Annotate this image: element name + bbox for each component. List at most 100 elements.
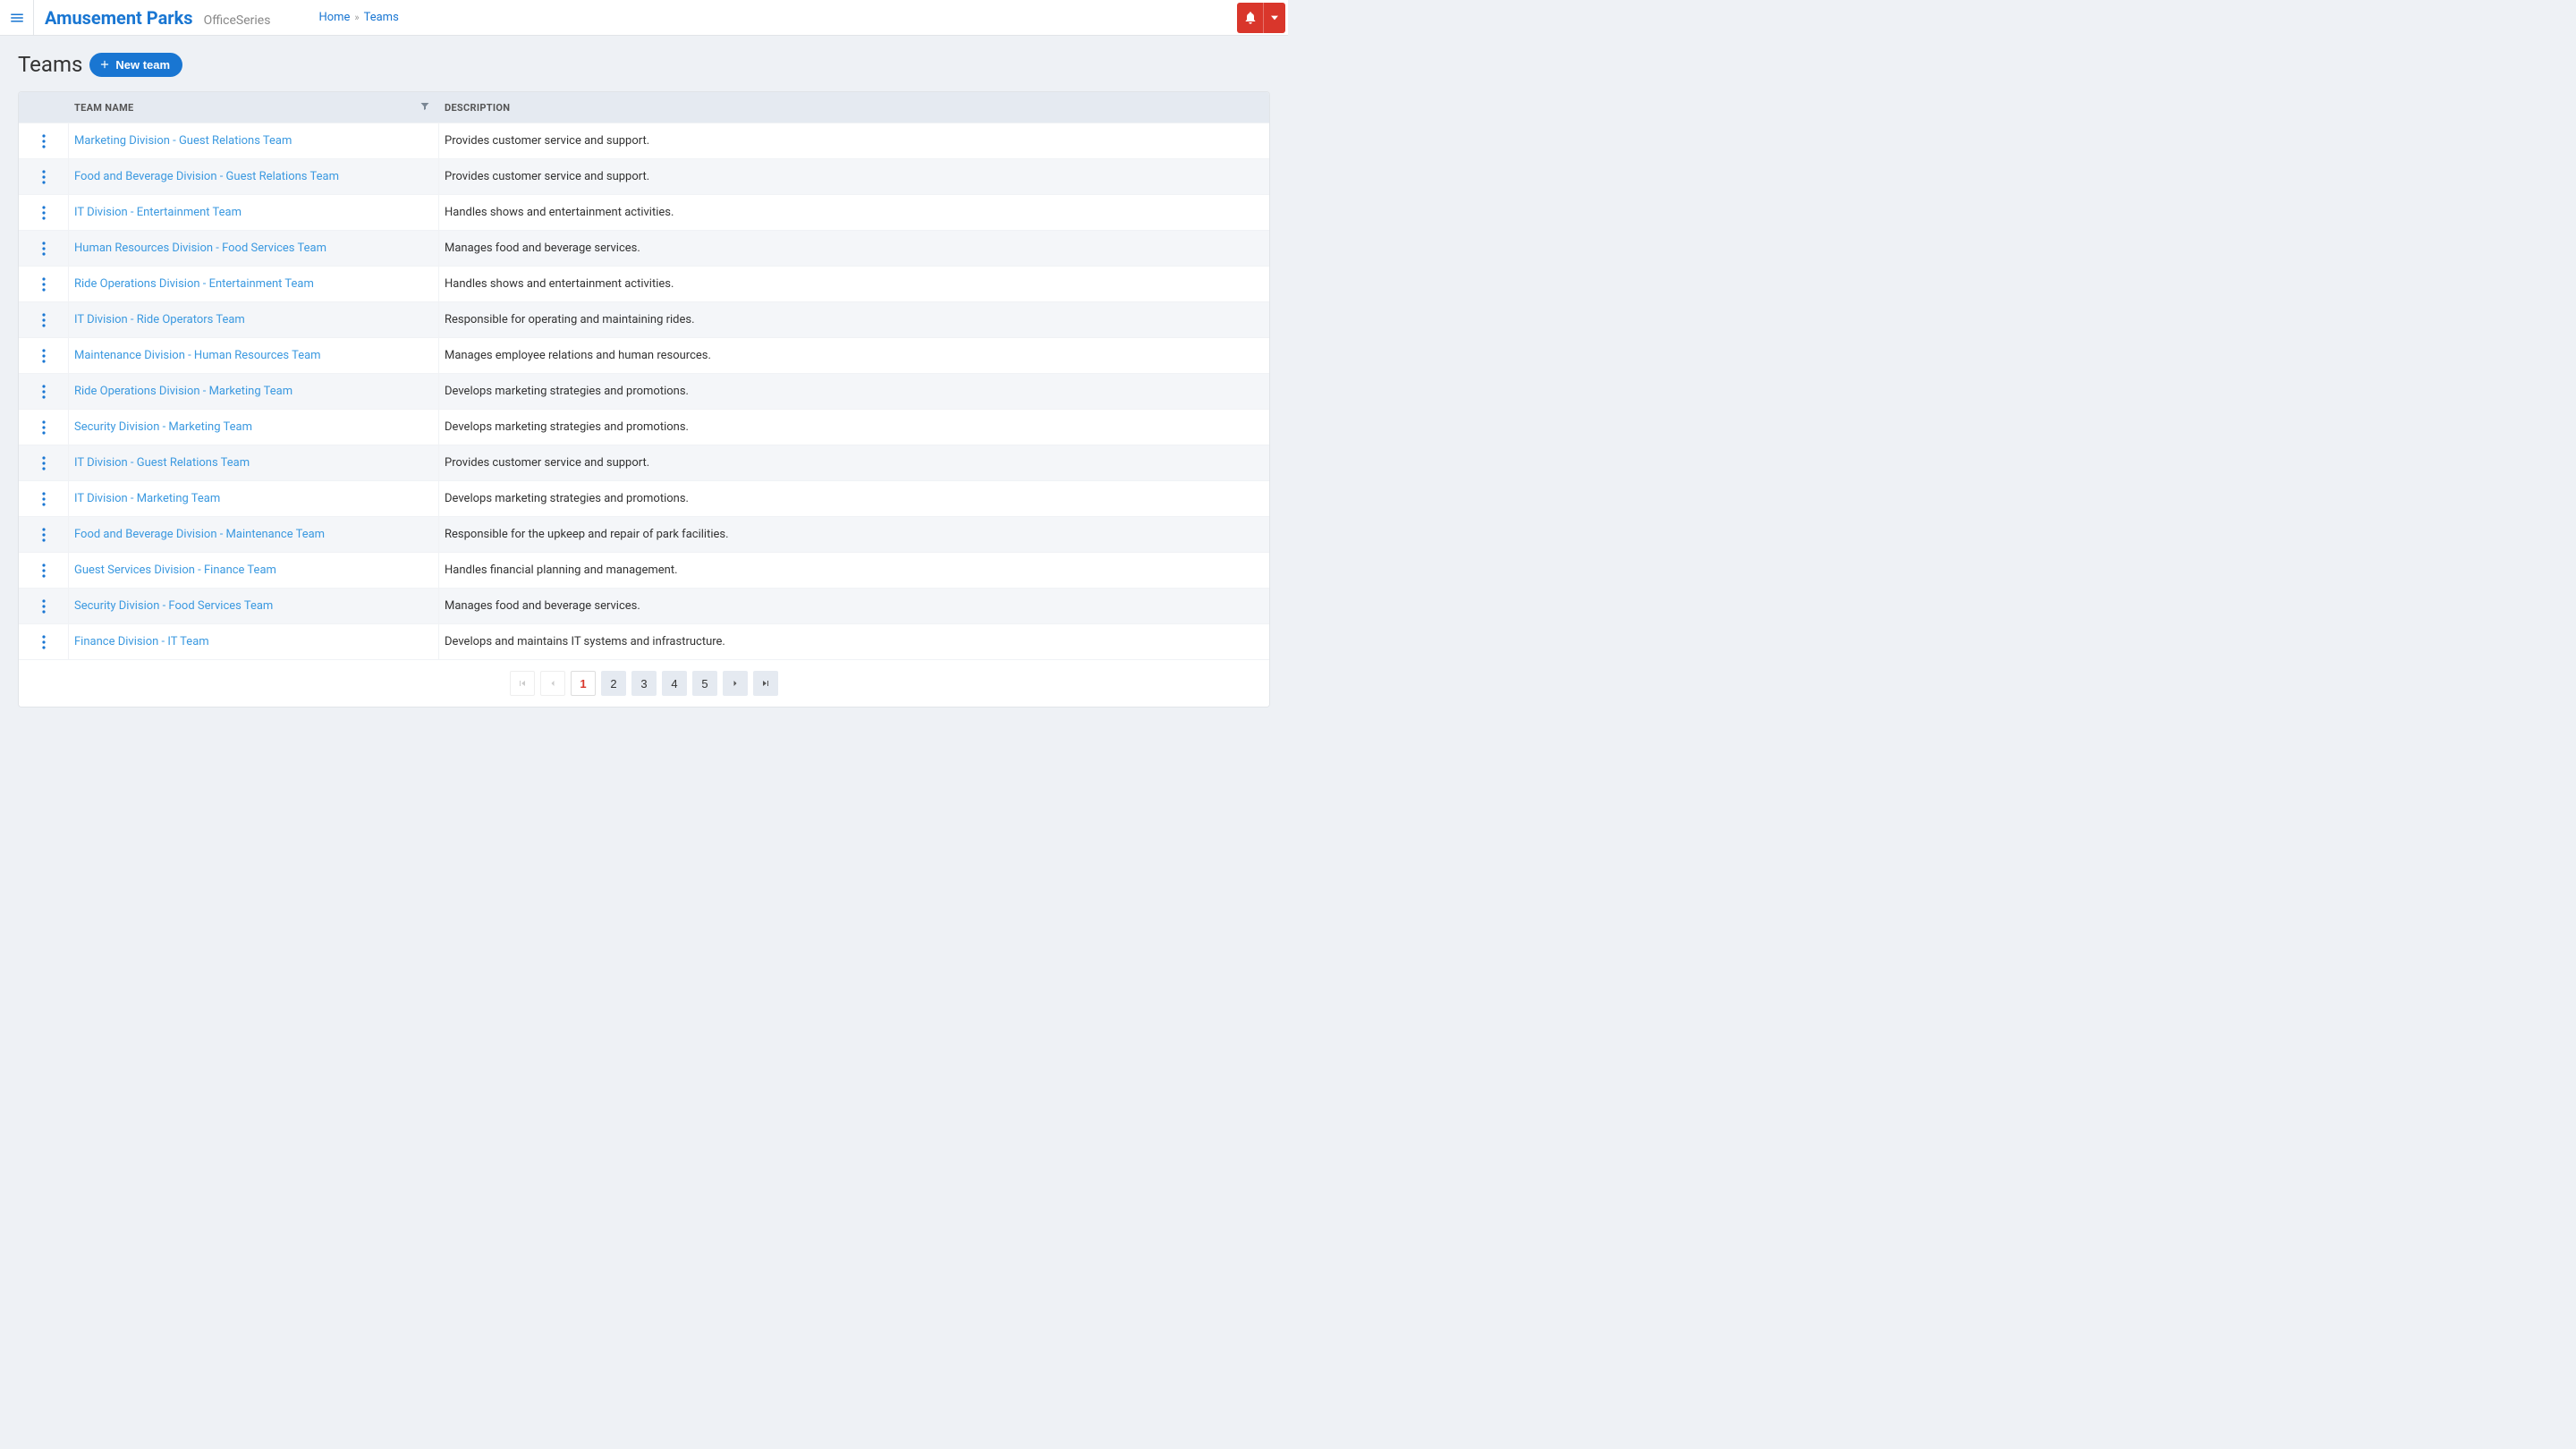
team-link[interactable]: Food and Beverage Division - Guest Relat…	[74, 170, 339, 183]
breadcrumb-separator-icon: »	[354, 12, 359, 23]
brand: Amusement Parks OfficeSeries	[34, 7, 281, 29]
page-prev-button	[540, 671, 565, 696]
row-name-cell: Human Resources Division - Food Services…	[69, 231, 439, 266]
row-description-cell: Responsible for the upkeep and repair of…	[439, 528, 1269, 541]
table-row: Finance Division - IT Team Develops and …	[19, 623, 1269, 659]
row-description-cell: Manages food and beverage services.	[439, 242, 1269, 255]
table-row: IT Division - Entertainment Team Handles…	[19, 194, 1269, 230]
page-number-button[interactable]: 1	[571, 671, 596, 696]
more-vertical-icon	[42, 492, 46, 506]
header-name-col[interactable]: TEAM NAME	[69, 102, 439, 114]
more-vertical-icon	[42, 420, 46, 435]
row-name-cell: Maintenance Division - Human Resources T…	[69, 338, 439, 373]
more-vertical-icon	[42, 564, 46, 578]
teams-table: TEAM NAME DESCRIPTION Marketing Division…	[18, 91, 1270, 708]
row-actions-button[interactable]	[19, 445, 69, 480]
row-description-cell: Provides customer service and support.	[439, 134, 1269, 148]
team-link[interactable]: Finance Division - IT Team	[74, 635, 209, 648]
brand-name[interactable]: Amusement Parks	[45, 7, 193, 29]
bell-icon	[1243, 11, 1258, 25]
table-row: Food and Beverage Division - Guest Relat…	[19, 158, 1269, 194]
team-link[interactable]: Ride Operations Division - Entertainment…	[74, 277, 314, 291]
table-row: IT Division - Ride Operators Team Respon…	[19, 301, 1269, 337]
row-description-cell: Develops marketing strategies and promot…	[439, 492, 1269, 505]
row-actions-button[interactable]	[19, 624, 69, 659]
row-actions-button[interactable]	[19, 410, 69, 445]
more-vertical-icon	[42, 528, 46, 542]
row-description-cell: Manages food and beverage services.	[439, 599, 1269, 613]
team-link[interactable]: Guest Services Division - Finance Team	[74, 564, 276, 577]
more-vertical-icon	[42, 277, 46, 292]
page-first-button	[510, 671, 535, 696]
row-name-cell: IT Division - Entertainment Team	[69, 195, 439, 230]
row-name-cell: Ride Operations Division - Marketing Tea…	[69, 374, 439, 409]
row-description-cell: Responsible for operating and maintainin…	[439, 313, 1269, 326]
row-actions-button[interactable]	[19, 589, 69, 623]
breadcrumb-home[interactable]: Home	[318, 11, 350, 24]
filter-button[interactable]	[419, 101, 430, 114]
page-number-button[interactable]: 2	[601, 671, 626, 696]
page-number-button[interactable]: 3	[631, 671, 657, 696]
row-actions-button[interactable]	[19, 231, 69, 266]
page-number-button[interactable]: 5	[692, 671, 717, 696]
header-description-col[interactable]: DESCRIPTION	[439, 102, 1269, 114]
row-name-cell: Ride Operations Division - Entertainment…	[69, 267, 439, 301]
row-actions-button[interactable]	[19, 302, 69, 337]
table-row: Guest Services Division - Finance Team H…	[19, 552, 1269, 588]
menu-toggle-button[interactable]	[0, 0, 34, 36]
chevron-right-icon	[730, 678, 741, 689]
team-link[interactable]: IT Division - Entertainment Team	[74, 206, 242, 219]
table-header: TEAM NAME DESCRIPTION	[19, 92, 1269, 123]
table-row: Marketing Division - Guest Relations Tea…	[19, 123, 1269, 158]
team-link[interactable]: Maintenance Division - Human Resources T…	[74, 349, 321, 362]
team-link[interactable]: IT Division - Guest Relations Team	[74, 456, 250, 470]
table-body: Marketing Division - Guest Relations Tea…	[19, 123, 1269, 659]
row-description-cell: Handles financial planning and managemen…	[439, 564, 1269, 577]
more-vertical-icon	[42, 456, 46, 470]
row-actions-button[interactable]	[19, 123, 69, 158]
row-actions-button[interactable]	[19, 553, 69, 588]
row-name-cell: Security Division - Food Services Team	[69, 589, 439, 623]
page-last-button[interactable]	[753, 671, 778, 696]
row-actions-button[interactable]	[19, 481, 69, 516]
chevron-left-icon	[547, 678, 558, 689]
row-description-cell: Develops marketing strategies and promot…	[439, 420, 1269, 434]
team-link[interactable]: Security Division - Food Services Team	[74, 599, 273, 613]
row-name-cell: Finance Division - IT Team	[69, 624, 439, 659]
notifications-dropdown-button[interactable]	[1264, 3, 1285, 33]
page-number-button[interactable]: 4	[662, 671, 687, 696]
row-actions-button[interactable]	[19, 195, 69, 230]
row-actions-button[interactable]	[19, 374, 69, 409]
table-row: Food and Beverage Division - Maintenance…	[19, 516, 1269, 552]
team-link[interactable]: Security Division - Marketing Team	[74, 420, 252, 434]
team-link[interactable]: Marketing Division - Guest Relations Tea…	[74, 134, 292, 148]
filter-icon	[419, 101, 430, 112]
more-vertical-icon	[42, 170, 46, 184]
row-description-cell: Provides customer service and support.	[439, 170, 1269, 183]
row-actions-button[interactable]	[19, 517, 69, 552]
team-link[interactable]: IT Division - Marketing Team	[74, 492, 220, 505]
team-link[interactable]: Food and Beverage Division - Maintenance…	[74, 528, 325, 541]
page-next-button[interactable]	[723, 671, 748, 696]
row-name-cell: IT Division - Ride Operators Team	[69, 302, 439, 337]
team-link[interactable]: Human Resources Division - Food Services…	[74, 242, 326, 255]
chevron-first-icon	[517, 678, 528, 689]
row-name-cell: Food and Beverage Division - Guest Relat…	[69, 159, 439, 194]
team-link[interactable]: IT Division - Ride Operators Team	[74, 313, 245, 326]
header-name-label: TEAM NAME	[74, 102, 134, 114]
table-row: Security Division - Food Services Team M…	[19, 588, 1269, 623]
row-name-cell: Marketing Division - Guest Relations Tea…	[69, 123, 439, 158]
breadcrumb-current[interactable]: Teams	[364, 11, 399, 24]
row-actions-button[interactable]	[19, 338, 69, 373]
notifications-button[interactable]	[1237, 3, 1264, 33]
row-name-cell: Food and Beverage Division - Maintenance…	[69, 517, 439, 552]
new-team-button[interactable]: New team	[89, 53, 182, 77]
row-actions-button[interactable]	[19, 267, 69, 301]
table-row: Maintenance Division - Human Resources T…	[19, 337, 1269, 373]
row-actions-button[interactable]	[19, 159, 69, 194]
team-link[interactable]: Ride Operations Division - Marketing Tea…	[74, 385, 292, 398]
row-description-cell: Handles shows and entertainment activiti…	[439, 206, 1269, 219]
row-description-cell: Develops marketing strategies and promot…	[439, 385, 1269, 398]
plus-icon	[98, 58, 111, 71]
brand-subtitle: OfficeSeries	[204, 13, 271, 28]
